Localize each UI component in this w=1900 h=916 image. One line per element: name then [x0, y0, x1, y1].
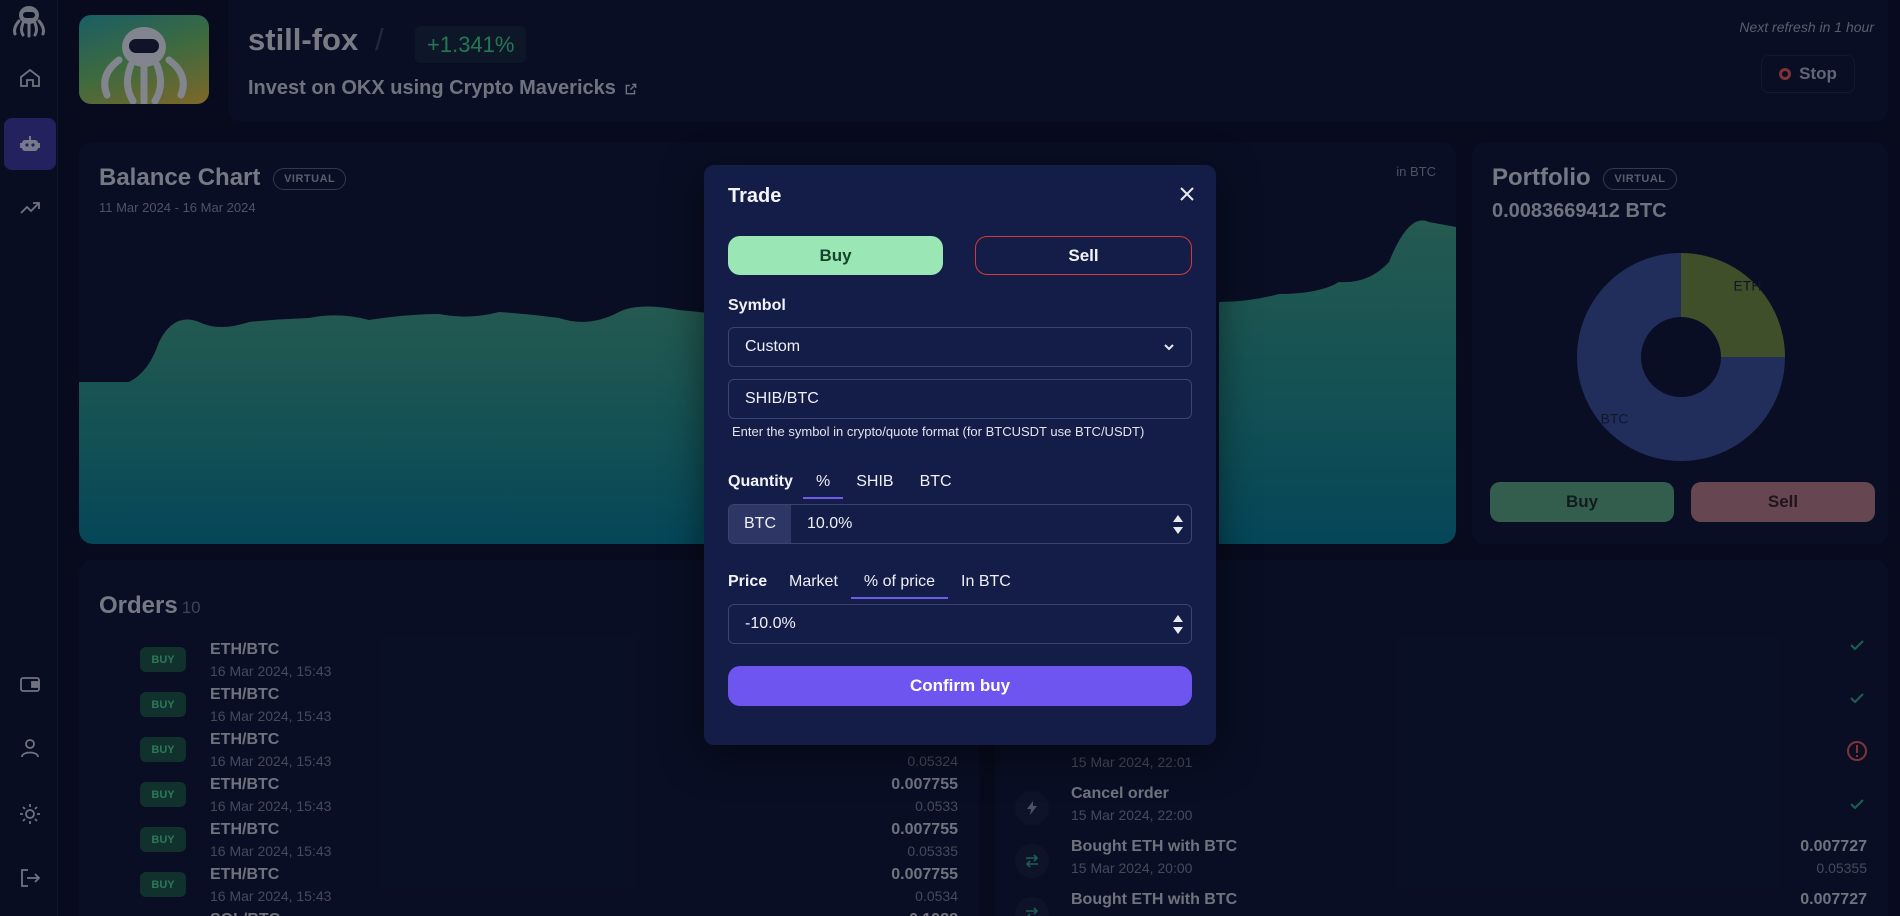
- symbol-input-value: SHIB/BTC: [745, 390, 819, 407]
- quantity-field: BTC 10.0%: [728, 504, 1192, 544]
- price-field: -10.0%: [728, 604, 1192, 644]
- confirm-buy-button[interactable]: Confirm buy: [728, 666, 1192, 706]
- chevron-down-icon: [1164, 344, 1174, 351]
- close-button[interactable]: [1176, 183, 1198, 205]
- price-mode-tab[interactable]: Market: [776, 571, 851, 599]
- price-label: Price: [728, 573, 768, 590]
- quantity-unit-tabs: % SHIB BTC: [803, 471, 965, 499]
- symbol-hint: Enter the symbol in crypto/quote format …: [732, 424, 1145, 439]
- caret-down-icon[interactable]: [1173, 526, 1183, 534]
- symbol-input[interactable]: SHIB/BTC: [728, 379, 1192, 419]
- buy-tab[interactable]: Buy: [728, 236, 943, 275]
- quantity-unit-tab[interactable]: SHIB: [843, 471, 906, 499]
- quantity-unit-tab[interactable]: %: [803, 471, 844, 499]
- quantity-input[interactable]: 10.0%: [791, 515, 1165, 533]
- quantity-prefix: BTC: [729, 505, 791, 543]
- price-mode-tab[interactable]: In BTC: [948, 571, 1024, 599]
- price-stepper[interactable]: [1165, 605, 1191, 643]
- symbol-label: Symbol: [728, 297, 786, 314]
- caret-up-icon[interactable]: [1173, 514, 1183, 522]
- price-input[interactable]: -10.0%: [729, 615, 1165, 633]
- quantity-label: Quantity: [728, 473, 793, 490]
- quantity-unit-tab[interactable]: BTC: [907, 471, 965, 499]
- quantity-stepper[interactable]: [1165, 505, 1191, 543]
- trade-modal-title: Trade: [728, 185, 782, 207]
- close-icon: [1180, 187, 1194, 201]
- trade-modal: Trade Buy Sell Symbol Custom SHIB/BTC En…: [704, 165, 1216, 745]
- caret-down-icon[interactable]: [1173, 626, 1183, 634]
- sell-tab[interactable]: Sell: [975, 236, 1192, 275]
- symbol-select-value: Custom: [745, 338, 801, 355]
- caret-up-icon[interactable]: [1173, 614, 1183, 622]
- symbol-select[interactable]: Custom: [728, 327, 1192, 367]
- price-mode-tab[interactable]: % of price: [850, 571, 949, 599]
- price-mode-tabs: Market % of price In BTC: [776, 571, 1024, 599]
